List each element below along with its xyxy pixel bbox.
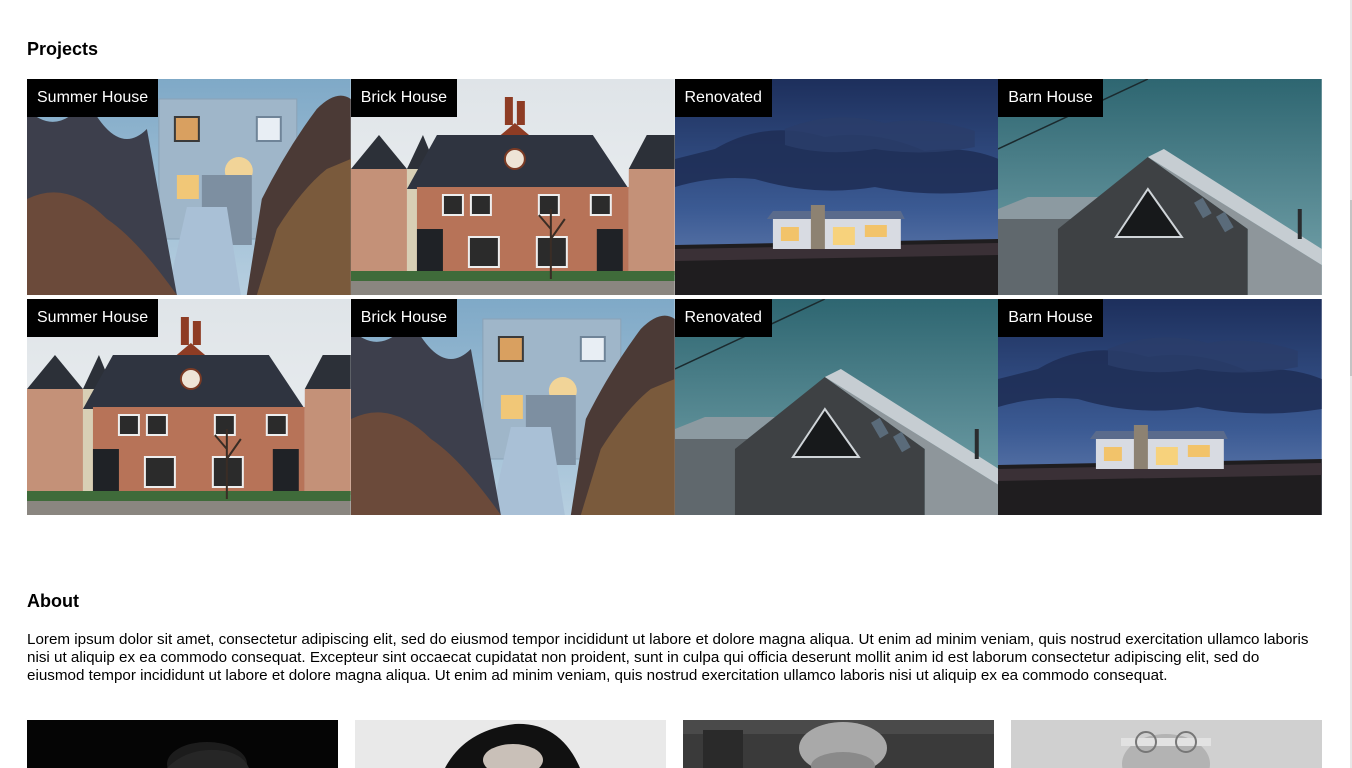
project-card-renovated[interactable]: Renovated bbox=[674, 299, 999, 515]
projects-heading: Projects bbox=[27, 39, 99, 59]
project-label: Barn House bbox=[998, 79, 1103, 117]
team-member-photo bbox=[1011, 720, 1322, 768]
about-heading: About bbox=[27, 591, 79, 611]
team-member-photo bbox=[683, 720, 994, 768]
team-member-photo bbox=[27, 720, 338, 768]
project-card-barn-house[interactable]: Barn House bbox=[998, 299, 1322, 515]
team-photos bbox=[27, 720, 1322, 768]
about-paragraph: Lorem ipsum dolor sit amet, consectetur … bbox=[27, 631, 1309, 684]
project-card-barn-house[interactable]: Barn House bbox=[998, 79, 1322, 295]
project-label: Brick House bbox=[350, 79, 457, 117]
projects-grid: Summer House Brick House Renovated Barn … bbox=[27, 79, 1322, 515]
project-label: Barn House bbox=[998, 299, 1103, 337]
project-label: Summer House bbox=[27, 79, 159, 117]
project-card-brick-house[interactable]: Brick House bbox=[350, 299, 675, 515]
project-card-renovated[interactable]: Renovated bbox=[674, 79, 999, 295]
project-label: Summer House bbox=[27, 299, 159, 337]
project-label: Brick House bbox=[350, 299, 457, 337]
project-card-brick-house[interactable]: Brick House bbox=[350, 79, 675, 295]
team-member-photo bbox=[355, 720, 666, 768]
project-card-summer-house[interactable]: Summer House bbox=[27, 299, 351, 515]
project-card-summer-house[interactable]: Summer House bbox=[27, 79, 351, 295]
project-label: Renovated bbox=[674, 299, 772, 337]
project-label: Renovated bbox=[674, 79, 772, 117]
